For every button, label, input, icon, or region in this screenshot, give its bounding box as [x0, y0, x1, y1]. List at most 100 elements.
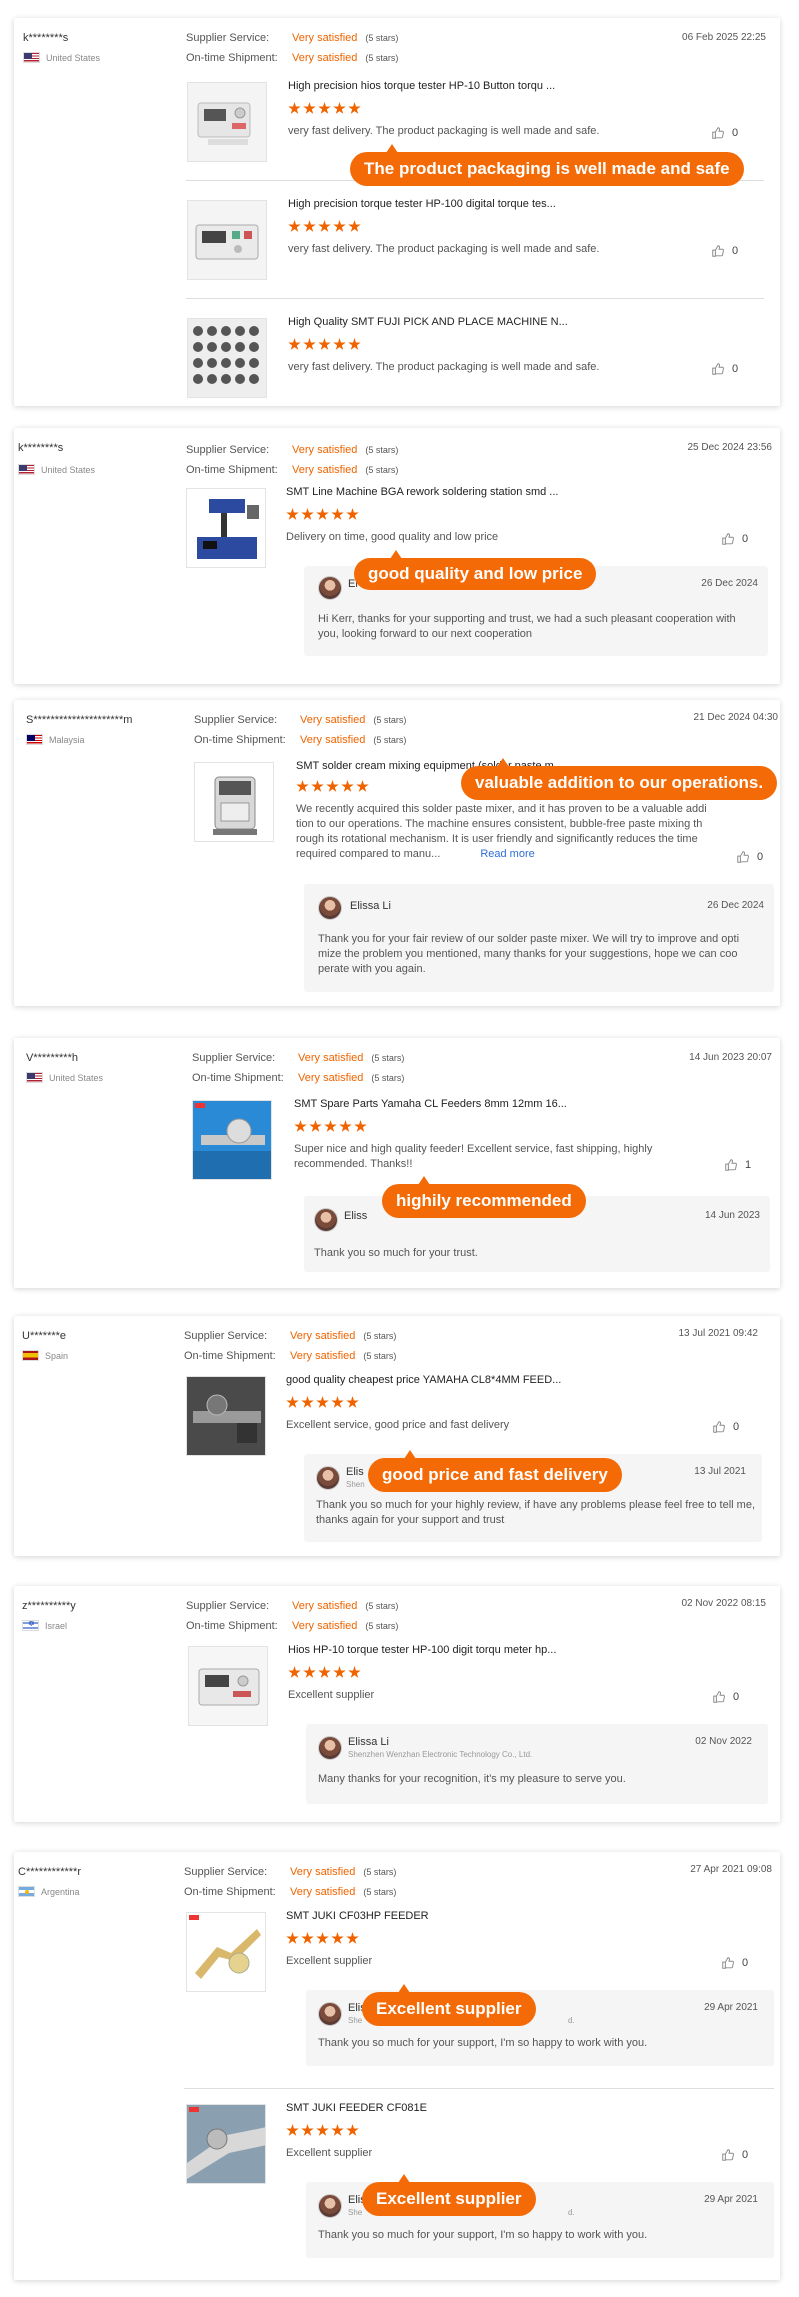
review-card: U*******e Spain Supplier Service: Very s… [14, 1316, 780, 1556]
ontime-shipment-value: Very satisfied [292, 464, 358, 476]
review-date: 21 Dec 2024 04:30 [693, 712, 778, 723]
ontime-shipment-value: Very satisfied [298, 1072, 364, 1084]
supplier-service-label: Supplier Service: [192, 1052, 276, 1064]
like-button[interactable]: 0 [721, 2148, 748, 2162]
star-icon [341, 780, 354, 792]
like-button[interactable]: 0 [721, 1956, 748, 1970]
ontime-shipment-stars: (5 stars) [365, 53, 399, 63]
ontime-shipment-row: On-time Shipment: Very satisfied (5 star… [186, 52, 398, 64]
supplier-service-value: Very satisfied [290, 1866, 356, 1878]
like-button[interactable]: 1 [724, 1158, 751, 1172]
reply-text: Thank you so much for your highly review… [316, 1499, 755, 1526]
country-label: United States [49, 1072, 104, 1083]
star-icon [303, 1666, 316, 1678]
product-thumbnail[interactable] [186, 2104, 266, 2184]
star-icon [288, 102, 301, 114]
product-title[interactable]: SMT Line Machine BGA rework soldering st… [286, 486, 558, 498]
product-thumbnail[interactable] [186, 488, 266, 568]
ontime-shipment-row: On-time Shipment: Very satisfied (5 star… [194, 734, 406, 746]
ontime-shipment-stars: (5 stars) [363, 1887, 397, 1897]
product-title[interactable]: High precision hios torque tester HP-10 … [288, 80, 555, 92]
product-title[interactable]: SMT JUKI FEEDER CF081E [286, 2102, 427, 2114]
like-count: 0 [742, 1957, 749, 1969]
supplier-service-stars: (5 stars) [363, 1331, 397, 1341]
product-thumbnail[interactable] [194, 762, 274, 842]
product-rating [296, 780, 369, 793]
product-thumbnail[interactable] [186, 1912, 266, 1992]
product-title[interactable]: High precision torque tester HP-100 digi… [288, 198, 556, 210]
buyer-country: United States [26, 1072, 103, 1083]
product-title[interactable]: good quality cheapest price YAMAHA CL8*4… [286, 1374, 561, 1386]
product-thumbnail[interactable] [188, 1646, 268, 1726]
product-thumbnail[interactable] [186, 1376, 266, 1456]
supplier-avatar [318, 576, 342, 600]
product-title[interactable]: SMT JUKI CF03HP FEEDER [286, 1910, 429, 1922]
product-thumbnail[interactable] [187, 318, 267, 398]
star-icon [303, 220, 316, 232]
ontime-shipment-row: On-time Shipment: Very satisfied (5 star… [184, 1886, 396, 1898]
product-rating [294, 1120, 367, 1133]
ontime-shipment-row: On-time Shipment: Very satisfied (5 star… [184, 1350, 396, 1362]
star-icon [286, 1396, 299, 1408]
star-icon [339, 1120, 352, 1132]
buyer-name: U*******e [22, 1330, 67, 1342]
ontime-shipment-stars: (5 stars) [365, 1621, 399, 1631]
feeder-image [187, 1377, 265, 1455]
like-button[interactable]: 0 [712, 1420, 739, 1434]
review-card: V*********h United States Supplier Servi… [14, 1038, 780, 1288]
malaysia-flag-icon [26, 734, 43, 745]
supplier-service-stars: (5 stars) [363, 1867, 397, 1877]
like-button[interactable]: 0 [712, 1690, 739, 1704]
star-icon [333, 102, 346, 114]
reply-author: Elis [346, 1466, 364, 1478]
highlight-callout: Excellent supplier [362, 2174, 536, 2216]
ontime-shipment-stars: (5 stars) [373, 735, 407, 745]
product-title[interactable]: Hios HP-10 torque tester HP-100 digit to… [288, 1644, 556, 1656]
like-button[interactable]: 0 [711, 244, 738, 258]
highlight-callout: Excellent supplier [362, 1984, 536, 2026]
supplier-service-stars: (5 stars) [371, 1053, 405, 1063]
supplier-reply: Elissa Li 26 Dec 2024 Thank you for your… [304, 884, 774, 992]
supplier-service-stars: (5 stars) [365, 1601, 399, 1611]
supplier-service-value: Very satisfied [292, 1600, 358, 1612]
supplier-service-label: Supplier Service: [186, 32, 270, 44]
torque-meter-image [189, 1647, 267, 1725]
product-thumbnail[interactable] [187, 82, 267, 162]
like-button[interactable]: 0 [711, 126, 738, 140]
star-icon [301, 2124, 314, 2136]
product-title[interactable]: High Quality SMT FUJI PICK AND PLACE MAC… [288, 316, 568, 328]
thumbs-up-icon [713, 1691, 725, 1703]
supplier-service-value: Very satisfied [298, 1052, 364, 1064]
supplier-service-stars: (5 stars) [365, 33, 399, 43]
product-thumbnail[interactable] [192, 1100, 272, 1180]
read-more-link[interactable]: Read more [480, 848, 534, 860]
star-icon [346, 508, 359, 520]
star-icon [294, 1120, 307, 1132]
buyer-name: V*********h [26, 1052, 78, 1064]
star-icon [288, 220, 301, 232]
juki-feeder-image [187, 2105, 265, 2183]
argentina-flag-icon [18, 1886, 35, 1897]
thumbs-up-icon [737, 851, 749, 863]
product-thumbnail[interactable] [187, 200, 267, 280]
like-count: 0 [733, 1421, 740, 1433]
buyer-country: United States [18, 464, 95, 475]
country-label: Malaysia [49, 734, 85, 745]
ontime-shipment-label: On-time Shipment: [192, 1072, 284, 1084]
reply-text: Thank you for your fair review of our so… [318, 933, 740, 975]
like-button[interactable]: 0 [711, 362, 738, 376]
like-button[interactable]: 0 [721, 532, 748, 546]
star-icon [346, 2124, 359, 2136]
review-text: Excellent supplier [286, 1955, 373, 1967]
like-button[interactable]: 0 [736, 850, 763, 864]
product-title[interactable]: SMT Spare Parts Yamaha CL Feeders 8mm 12… [294, 1098, 567, 1110]
review-card: S*********************m Malaysia Supplie… [14, 700, 780, 1006]
star-icon [301, 508, 314, 520]
product-rating [288, 102, 361, 115]
reply-date: 26 Dec 2024 [701, 578, 758, 589]
like-count: 0 [742, 533, 749, 545]
review-text: We recently acquired this solder paste m… [296, 802, 726, 862]
star-icon [331, 2124, 344, 2136]
buyer-name: k********s [23, 32, 69, 44]
star-icon [288, 1666, 301, 1678]
